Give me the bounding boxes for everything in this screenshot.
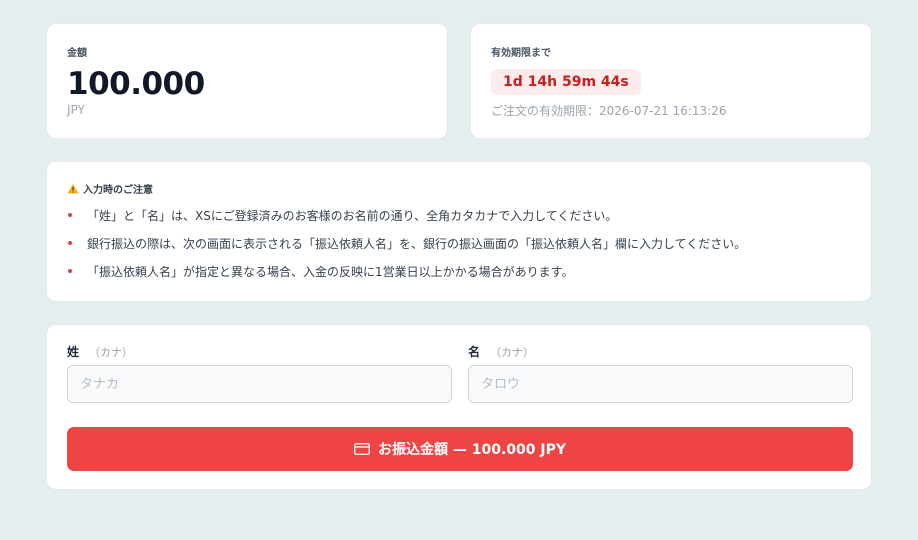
notice-item: 銀行振込の際は、次の画面に表示される「振込依頼人名」を、銀行の振込画面の「振込依… [67,234,746,262]
first-name-label: 名 （カナ） [468,343,534,360]
bullet-icon [68,269,72,273]
last-name-kana-input[interactable] [67,365,452,403]
bullet-icon [68,213,72,217]
notice-item-text: 「姓」と「名」は、XSにご登録済みのお客様のお名前の通り、全角カタカナで入力して… [87,209,618,223]
notice-item-text: 「振込依頼人名」が指定と異なる場合、入金の反映に1営業日以上かかる場合があります… [87,265,574,279]
first-name-kana-input[interactable] [468,365,853,403]
first-name-label-sub: （カナ） [490,346,535,359]
notice-item: 「振込依頼人名」が指定と異なる場合、入金の反映に1営業日以上かかる場合があります… [67,262,746,290]
warning-icon [67,183,79,193]
bullet-icon [68,241,72,245]
notice-list: 「姓」と「名」は、XSにご登録済みのお客様のお名前の通り、全角カタカナで入力して… [67,206,746,290]
notice-card: 入力時のご注意 「姓」と「名」は、XSにご登録済みのお客様のお名前の通り、全角カ… [46,161,872,302]
first-name-label-text: 名 [468,345,481,359]
notice-item: 「姓」と「名」は、XSにご登録済みのお客様のお名前の通り、全角カタカナで入力して… [67,206,746,234]
notice-title-text: 入力時のご注意 [83,185,153,196]
amount-card: 金額 100.000 JPY [46,23,448,139]
notice-item-text: 銀行振込の際は、次の画面に表示される「振込依頼人名」を、銀行の振込画面の「振込依… [87,237,747,251]
amount-currency: JPY [67,103,85,117]
last-name-label-sub: （カナ） [89,346,134,359]
expiry-card: 有効期限まで 1d 14h 59m 44s ご注文の有効期限：2026-07-2… [470,23,872,139]
submit-transfer-button[interactable]: お振込金額 — 100.000 JPY [67,427,853,471]
submit-button-label: お振込金額 — 100.000 JPY [378,442,566,458]
countdown-badge: 1d 14h 59m 44s [491,69,641,95]
expiry-label: 有効期限まで [491,48,551,59]
amount-value: 100.000 [67,66,205,102]
last-name-label-text: 姓 [67,345,80,359]
amount-label: 金額 [67,48,87,59]
last-name-label: 姓 （カナ） [67,343,133,360]
notice-title: 入力時のご注意 [67,181,153,196]
name-form-card: 姓 （カナ） 名 （カナ） お振込金額 — 100.000 JPY [46,324,872,490]
expiry-deadline-text: ご注文の有効期限：2026-07-21 16:13:26 [491,104,727,118]
credit-card-icon [354,443,370,455]
